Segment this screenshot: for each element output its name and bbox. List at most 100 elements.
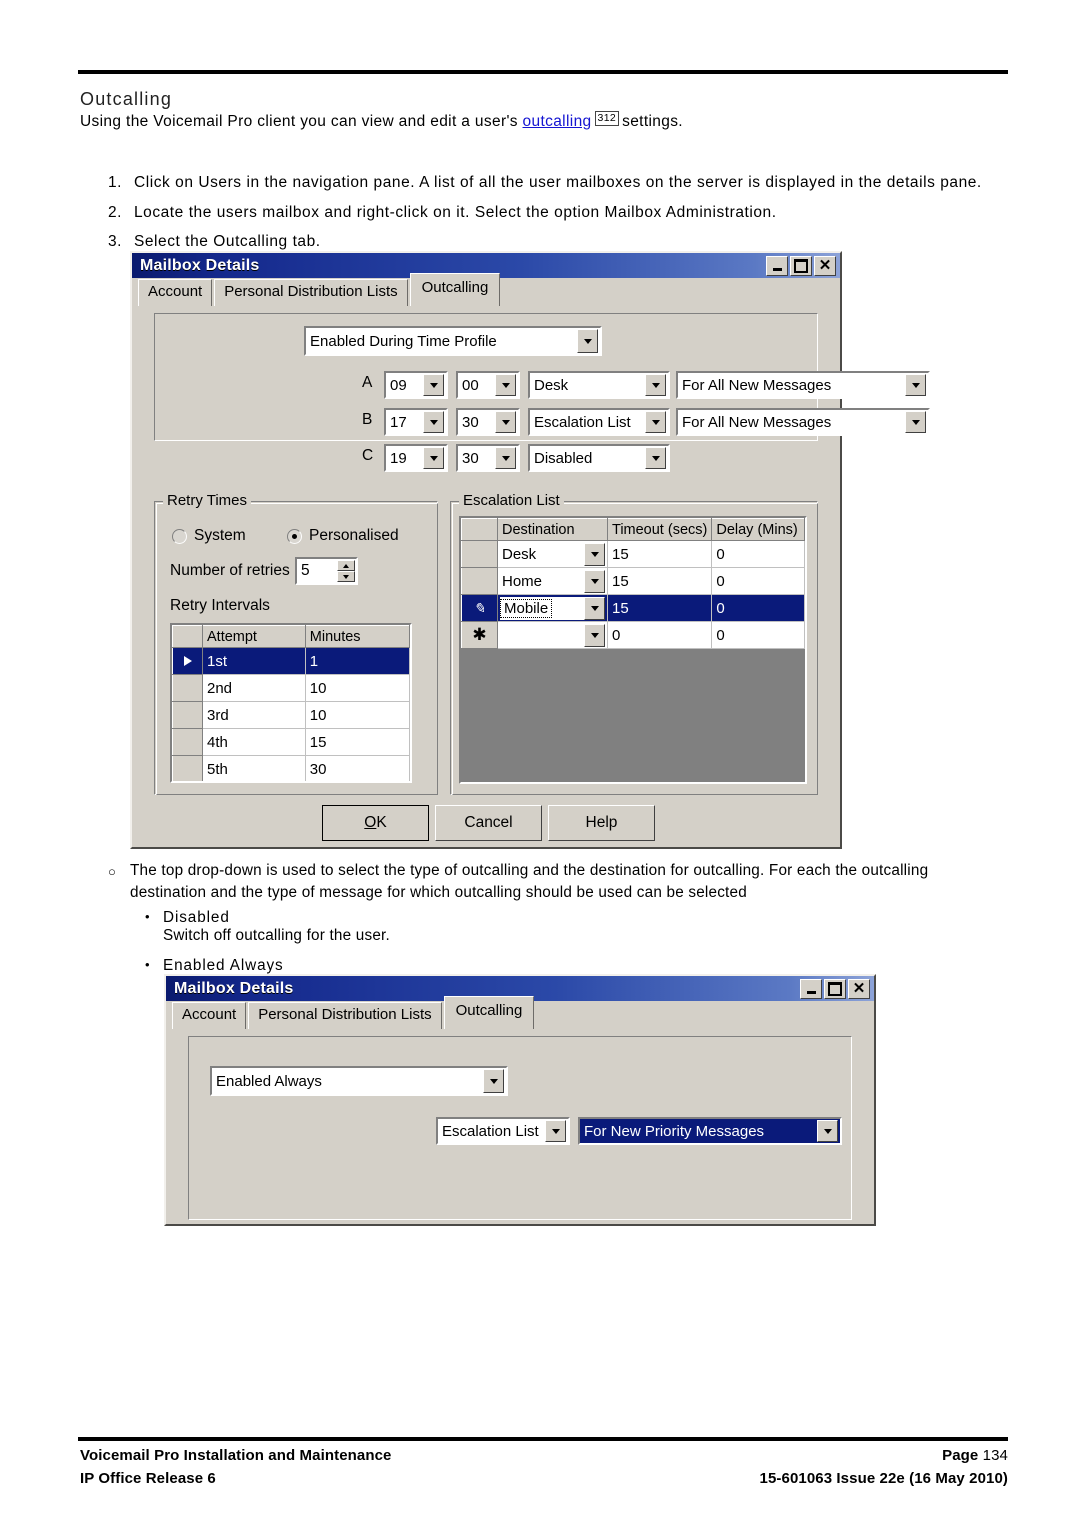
tab-outcalling[interactable]: Outcalling: [443, 996, 535, 1029]
destination-combo-2[interactable]: Escalation List: [436, 1117, 570, 1145]
chevron-down-icon[interactable]: [645, 374, 666, 396]
retry-intervals-grid[interactable]: Attempt Minutes 1st 1 2nd 10 3rd 10 4th …: [170, 623, 412, 783]
escalation-timeout-cell[interactable]: 15: [607, 567, 713, 595]
mailbox-details-dialog-1[interactable]: Mailbox Details ✕ Account Personal Distr…: [130, 251, 930, 849]
escalation-destination-cell[interactable]: Desk: [497, 540, 608, 568]
retry-attempt-cell[interactable]: 3rd: [202, 701, 306, 729]
retry-minutes-cell[interactable]: 10: [305, 701, 410, 729]
time-row-a-hour[interactable]: 09: [384, 371, 448, 399]
escalation-destination-cell[interactable]: Mobile: [497, 594, 608, 622]
retry-personalised-radio[interactable]: Personalised: [287, 527, 399, 545]
close-icon[interactable]: ✕: [814, 256, 836, 276]
tab-account[interactable]: Account: [138, 279, 213, 306]
chevron-down-icon[interactable]: [545, 1120, 566, 1142]
cancel-button[interactable]: Cancel: [435, 805, 542, 841]
maximize-icon[interactable]: [790, 256, 812, 276]
escalation-destination-cell[interactable]: Home: [497, 567, 608, 595]
time-row-b-destination[interactable]: Escalation List: [528, 408, 670, 436]
retry-minutes-cell[interactable]: 10: [305, 674, 410, 702]
chevron-down-icon[interactable]: [483, 1069, 504, 1093]
chevron-down-icon[interactable]: [645, 411, 666, 433]
chevron-down-icon[interactable]: [584, 623, 605, 647]
mailbox-details-dialog-2[interactable]: Mailbox Details ✕ Account Personal Distr…: [164, 974, 876, 1226]
escalation-col-timeout[interactable]: Timeout (secs): [606, 518, 713, 541]
table-row[interactable]: Home 15 0: [461, 567, 805, 595]
chevron-down-icon[interactable]: [817, 1120, 838, 1142]
table-row[interactable]: 4th 15: [172, 728, 410, 756]
escalation-destination-combo[interactable]: Mobile: [500, 596, 605, 620]
table-row[interactable]: ✎ Mobile 15 0: [461, 594, 805, 622]
minimize-icon[interactable]: [800, 979, 822, 999]
time-row-a-minute[interactable]: 00: [456, 371, 520, 399]
escalation-timeout-cell[interactable]: 0: [607, 621, 713, 649]
escalation-timeout-cell[interactable]: 15: [607, 540, 713, 568]
chevron-down-icon[interactable]: [584, 569, 605, 593]
chevron-down-icon[interactable]: [584, 596, 605, 620]
dialog-2-tabstrip[interactable]: Account Personal Distribution Lists Outc…: [172, 996, 536, 1029]
time-row-b-minute[interactable]: 30: [456, 408, 520, 436]
table-row[interactable]: 5th 30: [172, 755, 410, 781]
escalation-destination-combo[interactable]: [500, 623, 605, 647]
retry-attempt-cell[interactable]: 5th: [202, 755, 306, 781]
chevron-down-icon[interactable]: [645, 447, 666, 469]
escalation-col-destination[interactable]: Destination: [497, 518, 608, 541]
tab-personal-distribution-lists[interactable]: Personal Distribution Lists: [248, 1002, 442, 1029]
retry-minutes-cell[interactable]: 15: [305, 728, 410, 756]
outcalling-mode-combo-2[interactable]: Enabled Always: [210, 1066, 508, 1096]
time-row-c-minute[interactable]: 30: [456, 444, 520, 472]
escalation-col-delay[interactable]: Delay (Mins): [711, 518, 805, 541]
minimize-icon[interactable]: [766, 256, 788, 276]
outcalling-link[interactable]: outcalling: [523, 113, 592, 130]
retry-minutes-cell[interactable]: 30: [305, 755, 410, 781]
retry-attempt-cell[interactable]: 2nd: [202, 674, 306, 702]
escalation-destination-combo[interactable]: Desk: [500, 542, 605, 566]
time-row-c-destination[interactable]: Disabled: [528, 444, 670, 472]
chevron-down-icon[interactable]: [495, 411, 516, 433]
time-row-b-messages[interactable]: For All New Messages: [676, 408, 930, 436]
chevron-down-icon[interactable]: [905, 411, 926, 433]
help-button[interactable]: Help: [548, 805, 655, 841]
escalation-timeout-cell[interactable]: 15: [607, 594, 713, 622]
retry-attempt-cell[interactable]: 4th: [202, 728, 306, 756]
escalation-delay-cell[interactable]: 0: [711, 594, 805, 622]
maximize-icon[interactable]: [824, 979, 846, 999]
table-row[interactable]: Desk 15 0: [461, 540, 805, 568]
time-row-b-hour[interactable]: 17: [384, 408, 448, 436]
chevron-down-icon[interactable]: [905, 374, 926, 396]
chevron-down-icon[interactable]: [423, 447, 444, 469]
tab-outcalling[interactable]: Outcalling: [409, 273, 501, 306]
chevron-down-icon[interactable]: [423, 411, 444, 433]
time-row-a-messages[interactable]: For All New Messages: [676, 371, 930, 399]
chevron-down-icon[interactable]: [495, 374, 516, 396]
escalation-destination-combo[interactable]: Home: [500, 569, 605, 593]
close-icon[interactable]: ✕: [848, 979, 870, 999]
table-row[interactable]: 2nd 10: [172, 674, 410, 702]
stepper-down-icon[interactable]: [337, 571, 355, 582]
outcalling-mode-combo-1[interactable]: Enabled During Time Profile: [304, 326, 602, 356]
table-row[interactable]: ✱ 0 0: [461, 621, 805, 649]
table-row[interactable]: 3rd 10: [172, 701, 410, 729]
time-row-c-hour[interactable]: 19: [384, 444, 448, 472]
messages-combo-2[interactable]: For New Priority Messages: [578, 1117, 842, 1145]
chevron-down-icon[interactable]: [495, 447, 516, 469]
escalation-delay-cell[interactable]: 0: [711, 567, 805, 595]
ok-button[interactable]: OK: [322, 805, 429, 841]
retry-intervals-col-minutes[interactable]: Minutes: [304, 625, 410, 648]
table-row[interactable]: 1st 1: [172, 647, 410, 675]
retry-intervals-col-attempt[interactable]: Attempt: [202, 625, 306, 648]
chevron-down-icon[interactable]: [423, 374, 444, 396]
escalation-delay-cell[interactable]: 0: [711, 540, 805, 568]
retry-attempt-cell[interactable]: 1st: [202, 647, 306, 675]
stepper-buttons[interactable]: [337, 560, 355, 582]
chevron-down-icon[interactable]: [577, 329, 598, 353]
escalation-list-grid[interactable]: Destination Timeout (secs) Delay (Mins) …: [459, 516, 807, 784]
tab-personal-distribution-lists[interactable]: Personal Distribution Lists: [214, 279, 408, 306]
chevron-down-icon[interactable]: [584, 542, 605, 566]
retry-minutes-cell[interactable]: 1: [305, 647, 410, 675]
retry-system-radio[interactable]: System: [172, 527, 246, 545]
dialog-1-tabstrip[interactable]: Account Personal Distribution Lists Outc…: [138, 273, 502, 306]
stepper-up-icon[interactable]: [337, 560, 355, 571]
escalation-destination-cell[interactable]: [497, 621, 608, 649]
escalation-delay-cell[interactable]: 0: [711, 621, 805, 649]
tab-account[interactable]: Account: [172, 1002, 247, 1029]
